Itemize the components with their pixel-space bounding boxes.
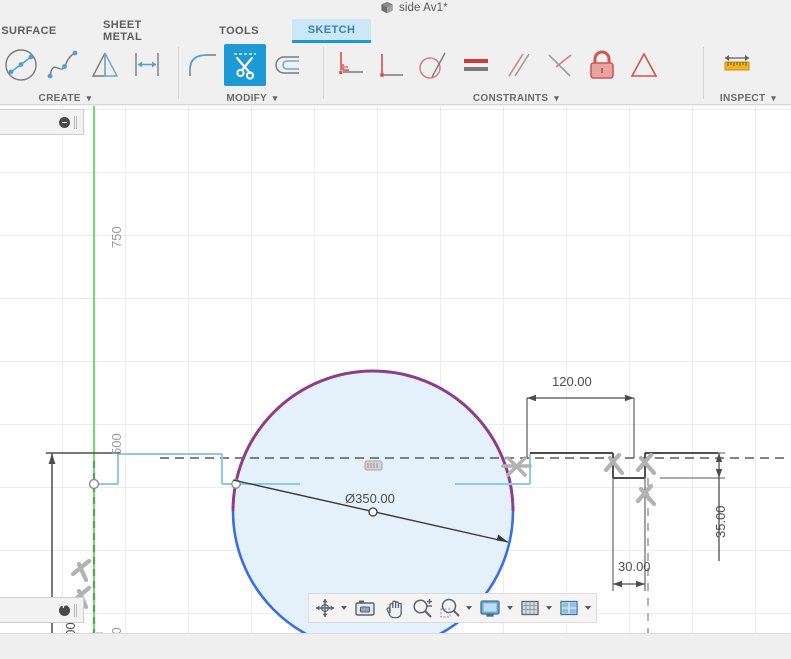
tab-surface[interactable]: SURFACE (0, 19, 58, 43)
dimension-label-35[interactable]: 35.00 (713, 505, 728, 538)
eye-plus-icon[interactable] (59, 601, 70, 616)
mirror-icon[interactable] (84, 44, 126, 86)
tab-tools-label: TOOLS (219, 25, 259, 37)
tangent-constraint-icon[interactable] (413, 44, 455, 86)
panel-create-label[interactable]: CREATE ▾ (0, 93, 130, 104)
panel-inspect: INSPECT ▾ (708, 43, 788, 105)
dimension-label-120[interactable]: 120.00 (552, 374, 592, 389)
dimension-120 (526, 394, 635, 458)
document-tab-label: side Av1* (399, 2, 448, 14)
panel-constraints-label[interactable]: CONSTRAINTS ▾ (329, 93, 703, 104)
tab-sheet-metal-label: SHEET METAL (103, 19, 143, 43)
orbit-button[interactable] (311, 594, 339, 622)
axis-label-500: 500 (109, 433, 124, 455)
fusion-app-window: side Av1* SURFACE SHEET METAL TOOLS SKET… (0, 0, 791, 659)
ribbon: SURFACE SHEET METAL TOOLS SKETCH CREATE … (0, 17, 791, 105)
modify-label-text: MODIFY (226, 93, 267, 104)
sketch-point-left (88, 478, 100, 490)
grid-snaps-button[interactable] (516, 594, 544, 622)
ribbon-tab-row: SURFACE SHEET METAL TOOLS SKETCH (0, 17, 791, 43)
ribbon-separator-2 (323, 47, 324, 99)
display-settings-dropdown-caret[interactable] (507, 606, 513, 610)
browser-panel-top[interactable] (0, 109, 84, 135)
perpendicular-constraint-icon[interactable] (371, 44, 413, 86)
document-tab[interactable]: side Av1* (380, 0, 448, 17)
rectangular-pattern-icon[interactable] (126, 44, 168, 86)
tab-sketch[interactable]: SKETCH (292, 19, 371, 43)
trim-scissors-icon[interactable] (224, 44, 266, 86)
panel-modify-label[interactable]: MODIFY ▾ (187, 93, 317, 104)
parallel-constraint-icon[interactable] (497, 44, 539, 86)
orbit-dropdown-caret[interactable] (341, 606, 347, 610)
dimension-label-500[interactable]: 500.00 (63, 622, 78, 633)
display-settings-button[interactable] (475, 594, 505, 622)
document-tab-strip: side Av1* (0, 0, 791, 17)
equal-constraint-icon[interactable] (455, 44, 497, 86)
eye-hidden-icon[interactable] (59, 116, 70, 128)
panel-modify: MODIFY ▾ (182, 43, 322, 105)
grid-snaps-dropdown-caret[interactable] (546, 606, 552, 610)
symmetry-constraint-icon[interactable] (539, 44, 581, 86)
curvature-constraint-icon[interactable] (623, 44, 665, 86)
fix-lock-constraint-icon[interactable] (581, 44, 623, 86)
tab-tools[interactable]: TOOLS (215, 19, 263, 43)
axis-label-750: 750 (109, 226, 124, 248)
viewports-button[interactable] (555, 594, 583, 622)
create-spline-icon[interactable] (42, 44, 84, 86)
navigation-bar (308, 593, 597, 623)
status-bar (0, 633, 791, 659)
dimension-label-30[interactable]: 30.00 (618, 559, 651, 574)
inspect-label-text: INSPECT (719, 93, 766, 104)
tab-surface-label: SURFACE (1, 25, 57, 37)
ribbon-separator-1 (178, 47, 179, 99)
component-cube-icon (381, 1, 393, 14)
project-icon[interactable] (329, 44, 371, 86)
viewports-dropdown-caret[interactable] (585, 606, 591, 610)
look-at-button[interactable] (350, 594, 380, 622)
dimension-label-diameter[interactable]: Ø350.00 (345, 491, 395, 506)
measure-icon[interactable] (716, 44, 758, 86)
dimension-30 (612, 478, 646, 591)
sketch-canvas[interactable]: Ø350.00 120.00 35.00 30.00 500.00 750 50… (0, 106, 791, 633)
create-circle-icon[interactable] (0, 44, 42, 86)
panel-resize-grip[interactable] (74, 115, 77, 129)
zoom-window-dropdown-caret[interactable] (466, 606, 472, 610)
constraints-label-text: CONSTRAINTS (472, 93, 549, 104)
tab-sheet-metal[interactable]: SHEET METAL (93, 19, 187, 43)
pan-button[interactable] (380, 594, 408, 622)
panel-inspect-label[interactable]: INSPECT ▾ (708, 93, 788, 104)
panel-constraints: CONSTRAINTS ▾ (329, 43, 703, 105)
browser-panel-bottom[interactable] (0, 597, 84, 623)
zoom-window-button[interactable] (436, 594, 464, 622)
zoom-button[interactable] (408, 594, 436, 622)
panel-resize-grip-bottom[interactable] (74, 603, 77, 617)
right-profile-geometry (530, 452, 718, 479)
ribbon-separator-3 (703, 47, 704, 99)
offset-icon[interactable] (266, 44, 308, 86)
panel-create: CREATE ▾ (0, 43, 178, 105)
create-label-text: CREATE (38, 93, 81, 104)
sketch-geometry-layer (46, 106, 790, 633)
tab-sketch-label: SKETCH (307, 23, 356, 36)
fillet-icon[interactable] (182, 44, 224, 86)
